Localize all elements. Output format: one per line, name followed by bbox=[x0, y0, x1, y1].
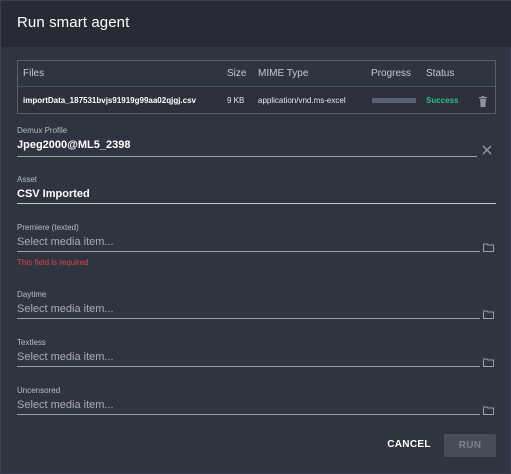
asset-value[interactable]: CSV Imported bbox=[17, 188, 90, 200]
premiere-texted-label: Premiere (texted) bbox=[17, 223, 79, 232]
demux-profile-field[interactable]: Demux Profile Jpeg2000@ML5_2398 bbox=[17, 126, 496, 158]
file-size: 9 KB bbox=[227, 96, 245, 105]
trash-icon[interactable] bbox=[478, 95, 488, 107]
folder-icon[interactable] bbox=[483, 239, 495, 252]
uncensored-underline bbox=[17, 414, 480, 415]
premiere-texted-error: This field is required bbox=[17, 258, 89, 267]
demux-profile-value[interactable]: Jpeg2000@ML5_2398 bbox=[17, 139, 130, 151]
asset-underline bbox=[17, 203, 496, 204]
column-header-status: Status bbox=[426, 68, 455, 79]
demux-profile-label: Demux Profile bbox=[17, 126, 68, 135]
uncensored-field[interactable]: Uncensored Select media item... bbox=[17, 386, 496, 418]
daytime-label: Daytime bbox=[17, 290, 47, 299]
textless-field[interactable]: Textless Select media item... bbox=[17, 338, 496, 370]
table-row: importData_187531bvjs91919g99aa02qjgj.cs… bbox=[18, 88, 495, 114]
demux-profile-underline bbox=[17, 156, 477, 157]
run-smart-agent-dialog: Run smart agent Files Size MIME Type Pro… bbox=[0, 0, 511, 474]
daytime-field[interactable]: Daytime Select media item... bbox=[17, 290, 496, 322]
close-icon[interactable] bbox=[482, 142, 494, 155]
premiere-texted-field[interactable]: Premiere (texted) Select media item... T… bbox=[17, 223, 496, 271]
asset-field[interactable]: Asset CSV Imported bbox=[17, 175, 496, 207]
daytime-underline bbox=[17, 318, 480, 319]
file-name: importData_187531bvjs91919g99aa02qjgj.cs… bbox=[23, 96, 196, 105]
folder-icon[interactable] bbox=[483, 306, 495, 319]
cancel-button[interactable]: CANCEL bbox=[384, 433, 434, 457]
textless-underline bbox=[17, 366, 480, 367]
folder-icon[interactable] bbox=[483, 402, 495, 415]
upload-progress-bar bbox=[372, 98, 416, 103]
status-badge: Success bbox=[426, 96, 459, 105]
column-header-progress: Progress bbox=[371, 68, 412, 79]
column-header-mime-type: MIME Type bbox=[258, 68, 309, 79]
column-header-size: Size bbox=[227, 68, 247, 79]
file-mime-type: application/vnd.ms-excel bbox=[258, 96, 346, 105]
table-header-row: Files Size MIME Type Progress Status bbox=[18, 61, 495, 87]
textless-input[interactable]: Select media item... bbox=[17, 351, 114, 363]
uncensored-input[interactable]: Select media item... bbox=[17, 399, 114, 411]
daytime-input[interactable]: Select media item... bbox=[17, 303, 114, 315]
upload-progress-fill bbox=[372, 98, 416, 103]
textless-label: Textless bbox=[17, 338, 46, 347]
premiere-texted-underline bbox=[17, 251, 480, 252]
column-header-files: Files bbox=[23, 68, 45, 79]
dialog-title: Run smart agent bbox=[17, 14, 130, 31]
run-button[interactable]: RUN bbox=[444, 434, 496, 457]
premiere-texted-input[interactable]: Select media item... bbox=[17, 236, 114, 248]
folder-icon[interactable] bbox=[483, 354, 495, 367]
uncensored-label: Uncensored bbox=[17, 386, 61, 395]
files-table: Files Size MIME Type Progress Status imp… bbox=[17, 60, 496, 114]
dialog-header: Run smart agent bbox=[1, 1, 511, 47]
dialog-footer: CANCEL RUN bbox=[1, 421, 511, 474]
asset-label: Asset bbox=[17, 175, 38, 184]
